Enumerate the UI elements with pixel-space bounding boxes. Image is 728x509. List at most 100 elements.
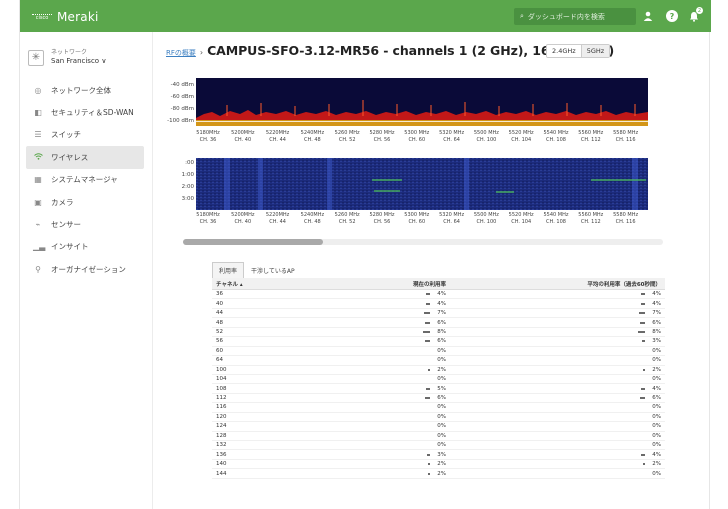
network-selector[interactable]: ✳ ネットワーク San Francisco ∨ — [28, 49, 106, 66]
band-toggle: 2.4GHz 5GHz — [546, 44, 611, 58]
current-utilization-cell: 5% — [332, 386, 452, 392]
sidebar-item-sensor[interactable]: ⌁ センサー — [20, 213, 153, 235]
main-content: RFの概要 › CAMPUS-SFO-3.12-MR56 - channels … — [154, 32, 711, 509]
current-utilization-cell: 0% — [332, 423, 452, 429]
tab-interfering-aps[interactable]: 干渉しているAP — [244, 262, 302, 279]
tab-utilization[interactable]: 利用率 — [212, 262, 245, 279]
wifi-icon — [33, 153, 43, 162]
help-icon[interactable]: ? — [666, 10, 678, 22]
current-utilization-cell: 2% — [332, 461, 452, 467]
channel-cell: 100 — [216, 366, 227, 373]
channel-cell: 132 — [216, 442, 227, 449]
freq-tick: 5300 MHz CH. 60 — [404, 212, 430, 225]
freq-tick: 5520 MHz CH. 104 — [508, 212, 534, 225]
table-header: チャネル ▴ 現在の利用率 平均の利用率（過去60秒間） — [212, 278, 665, 290]
channel-cell: 60 — [216, 347, 223, 354]
freq-tick: 5580 MHz CH. 116 — [613, 212, 639, 225]
band-5ghz-button[interactable]: 5GHz — [580, 45, 610, 57]
utilization-bar — [641, 387, 645, 390]
channel-cell: 128 — [216, 432, 227, 439]
sidebar-item-network-wide[interactable]: ◎ ネットワーク全体 — [20, 79, 153, 101]
sidebar-item-switch[interactable]: ☰ スイッチ — [20, 124, 153, 146]
meraki-logo[interactable]: cisco Meraki — [32, 10, 99, 24]
utilization-value: 7% — [652, 310, 661, 317]
table-row: 56 6% 3% — [212, 337, 665, 347]
sidebar-item-label: オーガナイゼーション — [51, 264, 126, 274]
utilization-value: 3% — [652, 338, 661, 345]
utilization-bar — [637, 330, 645, 333]
utilization-value: 0% — [652, 404, 661, 411]
table-tabs: 利用率 干渉しているAP — [212, 262, 302, 279]
freq-tick: 5540 MHz CH. 108 — [543, 130, 569, 143]
utilization-value: 0% — [652, 470, 661, 477]
utilization-bar — [638, 312, 645, 315]
table-row: 100 2% 2% — [212, 366, 665, 375]
sidebar-item-systems-manager[interactable]: ▦ システムマネージャ — [20, 169, 153, 191]
utilization-bar — [427, 453, 430, 456]
table-row: 128 0% 0% — [212, 432, 665, 441]
spectrum-scrollbar[interactable] — [183, 239, 663, 245]
sidebar-item-organization[interactable]: ⚲ オーガナイゼーション — [20, 258, 153, 280]
breadcrumb[interactable]: RFの概要 — [166, 48, 196, 58]
network-value: San Francisco ∨ — [51, 57, 107, 65]
current-utilization-cell: 6% — [332, 320, 452, 326]
utilization-bar — [428, 368, 430, 371]
channel-cell: 116 — [216, 404, 227, 411]
utilization-value: 0% — [652, 347, 661, 354]
utilization-bar — [428, 472, 430, 475]
sidebar-item-label: インサイト — [51, 242, 89, 252]
column-header-current[interactable]: 現在の利用率 — [332, 280, 452, 288]
channel-cell: 52 — [216, 328, 223, 335]
average-utilization-cell: 0% — [452, 442, 665, 448]
scrollbar-thumb[interactable] — [183, 239, 323, 245]
sidebar-item-security[interactable]: ◧ セキュリティ＆SD-WAN — [20, 101, 153, 123]
column-header-average[interactable]: 平均の利用率（過去60秒間） — [452, 280, 665, 288]
shield-icon: ◧ — [34, 108, 42, 118]
current-utilization-cell: 2% — [332, 471, 452, 477]
utilization-bar — [642, 340, 645, 343]
sidebar-item-label: セキュリティ＆SD-WAN — [51, 108, 134, 118]
current-utilization-cell: 8% — [332, 329, 452, 335]
utilization-value: 2% — [652, 461, 661, 468]
spectrum-top-xaxis: 5180MHz CH. 36 5200MHz CH. 40 5220MHz CH. 4… — [194, 130, 654, 148]
current-utilization-cell: 3% — [332, 452, 452, 458]
channel-cell: 120 — [216, 413, 227, 420]
current-utilization-cell: 0% — [332, 404, 452, 410]
sidebar-item-insight[interactable]: ▁▃ インサイト — [20, 236, 153, 258]
average-utilization-cell: 0% — [452, 433, 665, 439]
band-24ghz-button[interactable]: 2.4GHz — [547, 45, 581, 57]
waterfall-ylabel: 3:00 — [181, 196, 194, 202]
waterfall-ylabel: 1:00 — [181, 172, 194, 178]
network-label: ネットワーク — [51, 49, 88, 56]
table-row: 48 6% 6% — [212, 318, 665, 328]
average-utilization-cell: 6% — [452, 320, 665, 326]
sidebar-item-wireless[interactable]: ワイヤレス — [26, 146, 144, 169]
utilization-value: 0% — [652, 376, 661, 383]
utilization-value: 4% — [652, 385, 661, 392]
current-utilization-cell: 7% — [332, 310, 452, 316]
freq-tick: 5220MHz CH. 44 — [265, 130, 290, 143]
utilization-value: 6% — [437, 338, 446, 345]
column-header-channel[interactable]: チャネル ▴ — [212, 280, 332, 288]
utilization-bar — [643, 463, 645, 466]
utilization-bar — [643, 368, 645, 371]
current-utilization-cell: 4% — [332, 291, 452, 297]
utilization-value: 0% — [652, 413, 661, 420]
utilization-bar — [424, 340, 430, 343]
utilization-value: 2% — [437, 366, 446, 373]
utilization-value: 0% — [437, 376, 446, 383]
freq-tick: 5320 MHz CH. 64 — [439, 130, 465, 143]
freq-tick: 5540 MHz CH. 108 — [543, 212, 569, 225]
search-box[interactable]: ⌕ — [514, 8, 636, 25]
sidebar-item-camera[interactable]: ▣ カメラ — [20, 191, 153, 213]
spectrum-ylabel: -80 dBm — [170, 106, 194, 112]
average-utilization-cell: 2% — [452, 367, 665, 373]
channel-cell: 108 — [216, 385, 227, 392]
freq-tick: 5240MHz CH. 48 — [300, 212, 325, 225]
freq-tick: 5280 MHz CH. 56 — [369, 130, 395, 143]
channel-cell: 48 — [216, 319, 223, 326]
search-input[interactable] — [527, 12, 628, 21]
freq-tick: 5280 MHz CH. 56 — [369, 212, 395, 225]
user-icon[interactable] — [642, 10, 654, 22]
table-row: 132 0% 0% — [212, 441, 665, 451]
